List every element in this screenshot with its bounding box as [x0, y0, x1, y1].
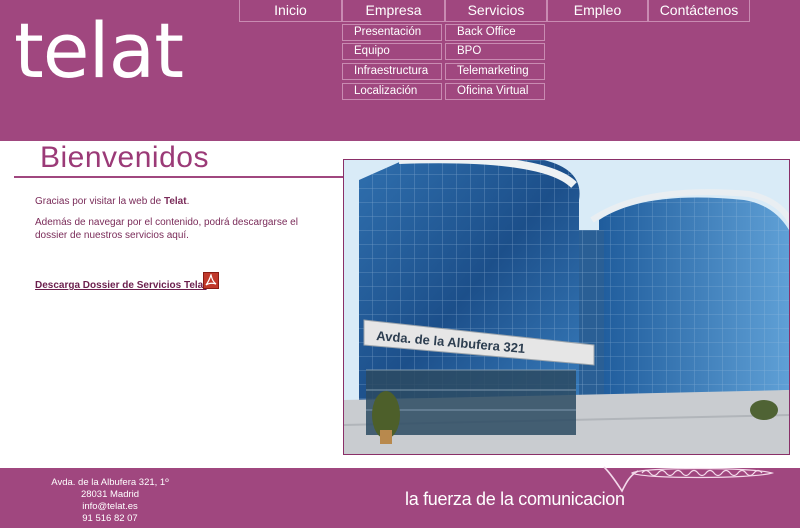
pdf-icon[interactable] — [203, 272, 219, 289]
submenu-infraestructura[interactable]: Infraestructura — [342, 63, 442, 80]
nav-empleo[interactable]: Empleo — [547, 0, 648, 22]
nav-empresa[interactable]: Empresa — [342, 0, 445, 22]
nav-servicios[interactable]: Servicios — [445, 0, 547, 22]
intro-paragraph-line2: dossier de nuestros servicios aquí. — [35, 230, 189, 241]
submenu-back-office[interactable]: Back Office — [445, 24, 545, 41]
footer-email[interactable]: info@telat.es — [30, 501, 190, 513]
building-photo: Avda. de la Albufera 321 — [343, 159, 790, 455]
submenu-presentacion[interactable]: Presentación — [342, 24, 442, 41]
intro-paragraph-line1: Además de navegar por el contenido, podr… — [35, 217, 298, 228]
submenu-oficina-virtual[interactable]: Oficina Virtual — [445, 83, 545, 100]
intro-suffix: . — [186, 196, 190, 207]
intro-text: Gracias por visitar la web de Telat. — [35, 195, 315, 208]
intro-prefix: Gracias por visitar la web de — [35, 196, 164, 207]
footer-phone: 91 516 82 07 — [82, 513, 138, 524]
address-line-1: Avda. de la Albufera 321, 1º — [51, 477, 169, 488]
submenu-bpo[interactable]: BPO — [445, 43, 545, 60]
footer-slogan: la fuerza de la comunicacion — [405, 489, 625, 509]
nav-inicio[interactable]: Inicio — [239, 0, 342, 22]
address-line-2: 28031 Madrid — [80, 489, 140, 500]
telat-logo[interactable]: telat — [14, 6, 184, 96]
submenu-localizacion[interactable]: Localización — [342, 83, 442, 100]
footer-address: Avda. de la Albufera 321, 1º 28031 Madri… — [30, 477, 190, 525]
title-divider — [14, 176, 343, 178]
intro-brand: Telat — [163, 196, 187, 207]
nav-contactenos[interactable]: Contáctenos — [648, 0, 750, 22]
submenu-equipo[interactable]: Equipo — [342, 43, 442, 60]
intro-paragraph: Además de navegar por el contenido, podr… — [35, 216, 315, 242]
decorative-swirl-icon — [603, 466, 775, 493]
submenu-telemarketing[interactable]: Telemarketing — [445, 63, 545, 80]
download-dossier-link[interactable]: Descarga Dossier de Servicios Telat — [35, 280, 207, 291]
page-title: Bienvenidos — [40, 141, 209, 174]
